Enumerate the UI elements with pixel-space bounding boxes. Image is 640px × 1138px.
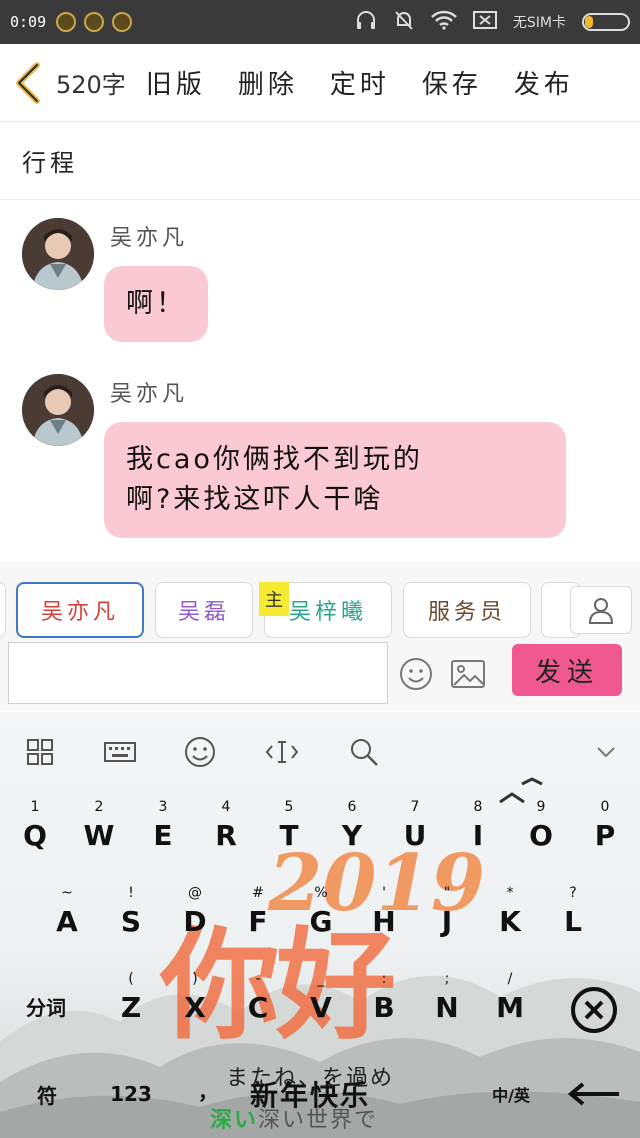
avatar[interactable] xyxy=(22,374,94,446)
message-line: 啊?来找这吓人干啥 xyxy=(126,484,384,515)
emoji-button[interactable] xyxy=(396,654,436,694)
chevron-left-icon xyxy=(16,61,40,104)
owner-tag: 主 xyxy=(259,582,289,616)
search-icon xyxy=(351,739,378,766)
grid-icon xyxy=(27,739,53,765)
key-i[interactable]: 8I xyxy=(449,798,507,868)
key-y[interactable]: 6Y xyxy=(323,798,381,868)
language-switch-key[interactable]: 中/英 xyxy=(476,1072,546,1116)
key-g[interactable]: % G xyxy=(292,884,350,954)
publish-button[interactable]: 发布 xyxy=(514,64,574,101)
delete-button[interactable]: 删除 xyxy=(238,64,298,101)
battery-level xyxy=(585,16,594,28)
key-p[interactable]: 0P xyxy=(576,798,634,868)
key-k[interactable]: * K xyxy=(481,884,539,954)
character-chip-partial[interactable] xyxy=(0,582,6,638)
message-bubble[interactable]: 啊！ xyxy=(104,266,208,342)
character-chip[interactable]: 吴磊 xyxy=(155,582,253,638)
return-arrow-icon xyxy=(567,1082,619,1106)
segment-key[interactable]: 分词 xyxy=(10,982,82,1030)
key-w[interactable]: 2W xyxy=(70,798,128,868)
word-count: 520字 xyxy=(56,71,126,99)
key-a[interactable]: ~ A xyxy=(38,884,96,954)
key-l[interactable]: ? L xyxy=(544,884,602,954)
wifi-icon xyxy=(431,10,457,35)
delete-icon xyxy=(571,987,617,1033)
key-f[interactable]: # F xyxy=(229,884,287,954)
image-button[interactable] xyxy=(448,654,488,694)
person-icon xyxy=(588,598,614,624)
symbols-key[interactable]: 符 xyxy=(22,1072,72,1116)
message-bubble[interactable]: 我cao你俩找不到玩的 啊?来找这吓人干啥 xyxy=(104,422,566,538)
character-selector: 吴亦凡 吴磊 吴梓曦 服务员 xyxy=(0,562,640,642)
search-button[interactable] xyxy=(344,732,384,772)
notification-app-icon xyxy=(112,12,133,32)
mute-bell-icon xyxy=(393,9,415,36)
key-z[interactable]: (Z xyxy=(102,970,160,1040)
key-n[interactable]: ; N xyxy=(418,970,476,1040)
character-chip[interactable]: 吴亦凡 xyxy=(16,582,144,638)
avatar[interactable] xyxy=(22,218,94,290)
key-x[interactable]: ) X xyxy=(166,970,224,1040)
no-sim-box-icon xyxy=(472,10,497,35)
battery-icon xyxy=(582,13,630,31)
key-v[interactable]: _ V xyxy=(292,970,350,1040)
lyric-rest: 深い世界で xyxy=(258,1108,379,1133)
key-t[interactable]: 5T xyxy=(260,798,318,868)
add-character-button[interactable] xyxy=(570,586,632,634)
chapter-title[interactable]: 行程 xyxy=(0,122,640,200)
text-cursor-icon xyxy=(265,741,299,763)
status-time: 0:09 xyxy=(10,13,47,31)
message-sender: 吴亦凡 xyxy=(110,382,189,407)
key-d[interactable]: @ D xyxy=(166,884,224,954)
key-j[interactable]: " J xyxy=(418,884,476,954)
schedule-button[interactable]: 定时 xyxy=(330,64,390,101)
keyboard-layout-button[interactable] xyxy=(100,732,140,772)
old-version-button[interactable]: 旧版 xyxy=(146,64,206,101)
back-button[interactable] xyxy=(0,44,56,122)
emoji-panel-button[interactable] xyxy=(180,732,220,772)
message-input[interactable] xyxy=(8,642,388,704)
chevron-down-icon xyxy=(597,747,615,758)
collapse-keyboard-button[interactable] xyxy=(586,732,626,772)
lyric-line: 深い深い世界で xyxy=(210,1102,378,1134)
backspace-key[interactable] xyxy=(566,982,622,1038)
character-chip[interactable]: 服务员 xyxy=(403,582,531,638)
key-e[interactable]: 3E xyxy=(134,798,192,868)
key-s[interactable]: ! S xyxy=(102,884,160,954)
notification-app-icon xyxy=(56,12,77,32)
enter-key[interactable] xyxy=(564,1074,624,1114)
save-button[interactable]: 保存 xyxy=(422,64,482,101)
key-m[interactable]: / M xyxy=(481,970,539,1040)
key-o[interactable]: 9O xyxy=(512,798,570,868)
keyboard-icon xyxy=(104,742,136,762)
sim-status: 无SIM卡 xyxy=(512,15,566,31)
smiley-icon xyxy=(185,737,215,767)
soft-keyboard: 2019 你好 1Q 2W 3E 4R 5T 6Y 7U 8I 9O 0P ~ A… xyxy=(0,712,640,1138)
notification-app-icon xyxy=(84,12,105,32)
cursor-edit-button[interactable] xyxy=(262,732,302,772)
send-button[interactable]: 发送 xyxy=(512,644,622,696)
image-icon xyxy=(451,660,485,688)
key-b[interactable]: :B xyxy=(355,970,413,1040)
key-r[interactable]: 4R xyxy=(197,798,255,868)
key-q[interactable]: 1Q xyxy=(6,798,64,868)
message-line: 我cao你俩找不到玩的 xyxy=(126,444,423,475)
lyric-highlight: 深い xyxy=(210,1108,259,1133)
smiley-icon xyxy=(400,658,432,690)
key-c[interactable]: -C xyxy=(229,970,287,1040)
headphones-icon xyxy=(355,9,377,36)
status-bar: 0:09 无SIM卡 xyxy=(0,0,640,44)
grid-menu-button[interactable] xyxy=(20,732,60,772)
key-u[interactable]: 7U xyxy=(386,798,444,868)
message-sender: 吴亦凡 xyxy=(110,226,189,251)
numbers-key[interactable]: 123 xyxy=(98,1072,164,1116)
editor-toolbar: 520字 旧版 删除 定时 保存 发布 xyxy=(0,44,640,122)
key-h[interactable]: ' H xyxy=(355,884,413,954)
